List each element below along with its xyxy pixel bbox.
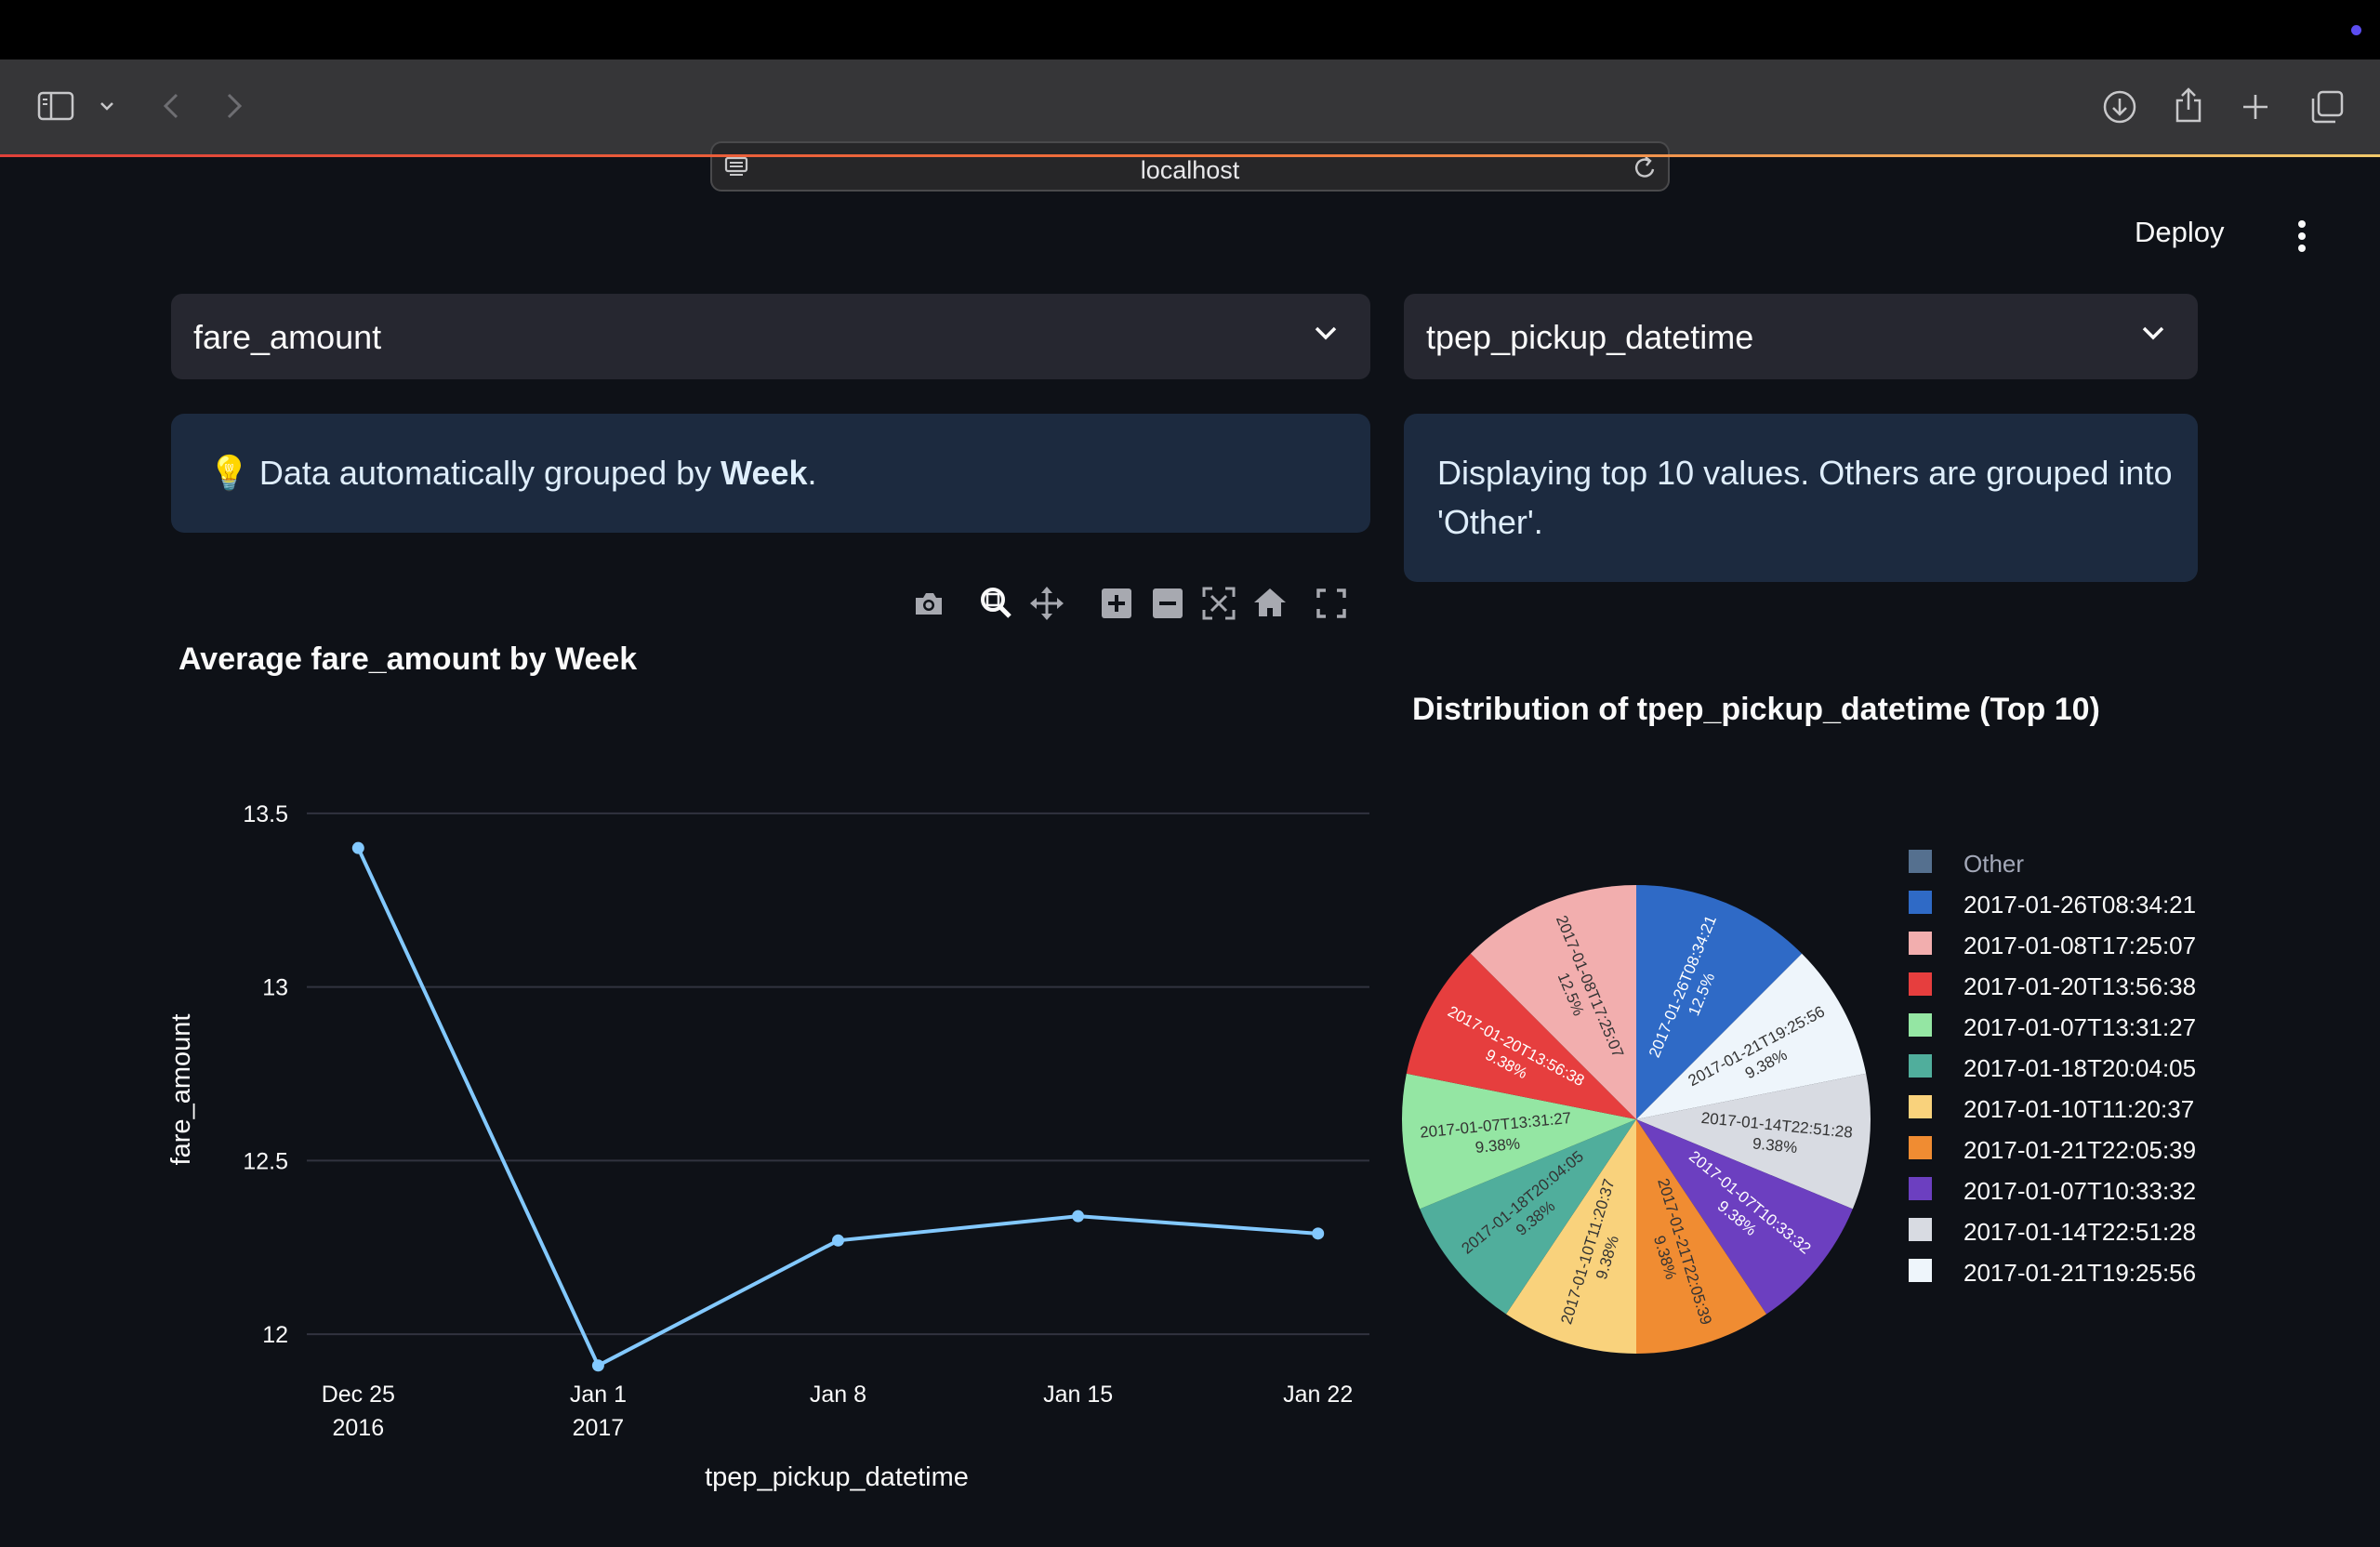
x-tick-label: Jan 22 [1283,1382,1353,1408]
x-tick-label: Jan 8 [810,1382,866,1408]
legend-label: 2017-01-21T22:05:39 [1964,1136,2197,1164]
legend-label: 2017-01-20T13:56:38 [1964,972,2197,1000]
legend-swatch [1909,850,1932,873]
legend-item[interactable]: 2017-01-08T17:25:07 [1906,926,2213,967]
deploy-button[interactable]: Deploy [2135,216,2237,253]
x-tick-label: Dec 25 [322,1382,395,1408]
legend-item[interactable]: 2017-01-21T19:25:56 [1906,1253,2213,1294]
autoscale-icon[interactable] [1200,585,1237,627]
data-point[interactable] [591,1359,604,1372]
url-text[interactable]: localhost [712,156,1668,185]
legend-item[interactable]: 2017-01-07T10:33:32 [1906,1171,2213,1212]
chevron-down-icon[interactable] [2140,324,2166,347]
legend-swatch [1909,1259,1932,1282]
legend-label: 2017-01-08T17:25:07 [1964,932,2197,959]
info-line-1: Displaying top 10 values. Others are gro… [1437,454,2173,492]
legend-item[interactable]: 2017-01-21T22:05:39 [1906,1130,2213,1171]
legend-label: 2017-01-07T13:31:27 [1964,1013,2197,1041]
status-dot-icon [2351,25,2361,35]
chevron-down-icon[interactable] [1313,324,1339,347]
info-top-values-notice: Displaying top 10 values. Others are gro… [1404,414,2198,582]
zoom-in-icon[interactable] [1098,585,1135,627]
legend-item[interactable]: 2017-01-14T22:51:28 [1906,1212,2213,1253]
legend-swatch [1909,932,1932,955]
chart-modebar [906,581,1353,628]
legend-swatch [1909,1177,1932,1200]
y-column-select-value: fare_amount [193,318,382,356]
zoom-icon[interactable] [977,585,1014,627]
legend-swatch [1909,1136,1932,1159]
x-tick-year-label: 2017 [573,1415,625,1441]
fullscreen-icon[interactable] [1313,585,1350,627]
address-bar[interactable]: localhost [710,141,1670,192]
y-tick-label: 13 [262,975,288,1001]
reset-axes-icon[interactable] [1251,585,1289,627]
sidebar-toggle-icon[interactable] [37,91,74,121]
x-tick-label: Jan 1 [570,1382,627,1408]
info-text-suffix: . [807,454,817,492]
zoom-out-icon[interactable] [1149,585,1186,627]
share-icon[interactable] [2173,86,2204,125]
legend-swatch [1909,1218,1932,1241]
download-icon[interactable] [2102,89,2137,125]
y-tick-label: 12 [262,1322,288,1348]
pie-chart-title: Distribution of tpep_pickup_datetime (To… [1412,692,2100,727]
data-point[interactable] [1072,1210,1085,1223]
legend-item[interactable]: Other [1906,844,2213,885]
x-axis-label: tpep_pickup_datetime [705,1462,969,1492]
series-line [356,847,1318,1368]
pie-chart[interactable]: 2017-01-26T08:34:2112.5%2017-01-21T19:25… [1395,878,1878,1361]
data-point[interactable] [1312,1227,1325,1240]
line-chart[interactable]: 12 12.5 13 13.5 Dec 25 2016 Jan 1 2017 Jan 8 Jan… [167,632,1376,1543]
pan-icon[interactable] [1028,585,1065,627]
legend-item[interactable]: 2017-01-10T11:20:37 [1906,1090,2213,1130]
legend-label: 2017-01-18T20:04:05 [1964,1054,2197,1082]
legend-label: 2017-01-07T10:33:32 [1964,1177,2197,1205]
info-text-prefix: Data automatically grouped by [258,454,721,492]
x-column-select[interactable]: tpep_pickup_datetime [1404,294,2198,379]
legend-item[interactable]: 2017-01-18T20:04:05 [1906,1049,2213,1090]
camera-icon[interactable] [910,585,947,627]
info-line-2: 'Other'. [1437,503,1543,541]
y-axis-label: fare_amount [167,1014,196,1166]
data-point[interactable] [832,1234,844,1247]
info-text-bold: Week [721,454,808,492]
legend-swatch [1909,972,1932,996]
y-tick-label: 12.5 [243,1148,288,1174]
legend-label: 2017-01-14T22:51:28 [1964,1218,2197,1246]
legend-label: 2017-01-10T11:20:37 [1964,1095,2195,1123]
x-tick-label: Jan 15 [1043,1382,1113,1408]
y-column-select[interactable]: fare_amount [171,294,1370,379]
x-column-select-value: tpep_pickup_datetime [1426,318,1754,356]
legend-item[interactable]: 2017-01-26T08:34:21 [1906,885,2213,926]
chevron-down-icon[interactable] [99,100,115,112]
browser-toolbar: localhost [0,60,2380,192]
legend-item[interactable]: 2017-01-07T13:31:27 [1906,1008,2213,1049]
legend-label: 2017-01-21T19:25:56 [1964,1259,2197,1287]
info-grouping-notice: 💡 Data automatically grouped by Week. [171,414,1370,533]
data-point[interactable] [351,841,364,854]
legend-item[interactable]: 2017-01-20T13:56:38 [1906,967,2213,1008]
main-menu-icon[interactable] [2290,218,2314,255]
legend-label: 2017-01-26T08:34:21 [1964,891,2197,919]
x-tick-year-label: 2016 [332,1415,384,1441]
legend-swatch [1909,1013,1932,1037]
legend-swatch [1909,1095,1932,1118]
legend-label: Other [1964,850,2025,878]
legend-swatch [1909,1054,1932,1078]
page-load-progress [0,154,2380,157]
menu-bar [0,0,2380,60]
back-icon[interactable] [160,91,182,121]
legend-swatch [1909,891,1932,914]
y-tick-label: 13.5 [243,801,288,827]
tabs-overview-icon[interactable] [2309,89,2345,125]
lightbulb-icon: 💡 [208,454,250,492]
forward-icon[interactable] [223,91,245,121]
new-tab-icon[interactable] [2241,92,2270,122]
reload-icon[interactable] [1633,153,1659,181]
